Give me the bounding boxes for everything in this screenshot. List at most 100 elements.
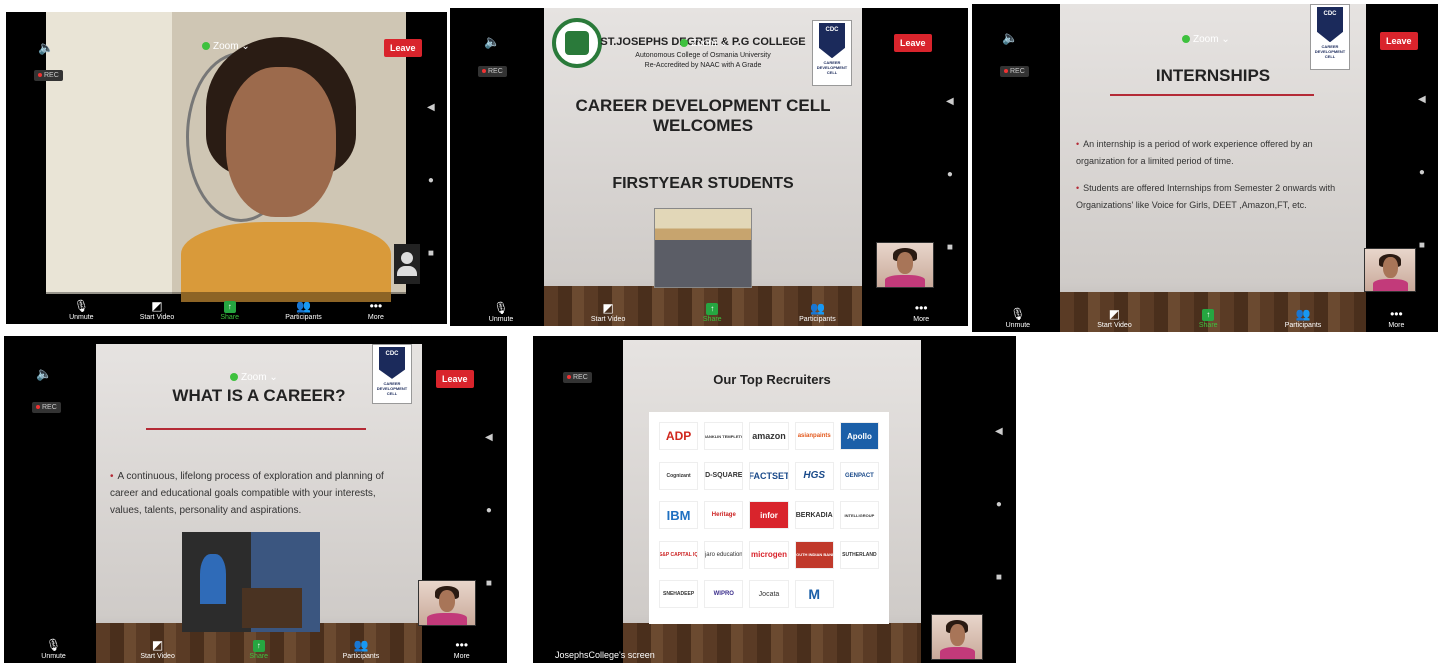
logo-jocata: Jocata bbox=[749, 580, 789, 609]
more-button[interactable]: ••• More bbox=[454, 638, 470, 660]
logo-adp: ADP bbox=[659, 422, 699, 450]
speaker-icon[interactable]: 🔈 bbox=[36, 366, 52, 382]
more-icon: ••• bbox=[455, 638, 469, 652]
speaker-icon[interactable]: 🔈 bbox=[38, 40, 54, 56]
title-rule bbox=[1110, 94, 1314, 96]
more-button[interactable]: ••• More bbox=[1388, 307, 1404, 329]
zoom-title[interactable]: Zoom ⌄ bbox=[230, 372, 278, 383]
start-video-button[interactable]: ◩ Start Video bbox=[140, 299, 175, 321]
square-icon[interactable]: ■ bbox=[428, 248, 434, 259]
participants-button[interactable]: 👥 Participants bbox=[343, 638, 380, 660]
unmute-button[interactable]: 🎙 Unmute bbox=[489, 301, 514, 323]
back-icon[interactable]: ◀ bbox=[427, 102, 435, 113]
welcome-line2: WELCOMES bbox=[652, 116, 754, 135]
mic-muted-icon: 🎙 bbox=[73, 299, 89, 313]
start-video-button[interactable]: ◩ Start Video bbox=[591, 301, 626, 323]
rec-indicator: REC bbox=[32, 402, 61, 413]
unmute-button[interactable]: 🎙 Unmute bbox=[1006, 307, 1031, 329]
logo-spcapitaliq: S&P CAPITAL IQ bbox=[659, 540, 699, 569]
participants-button[interactable]: 👥 Participants bbox=[285, 299, 322, 321]
mic-muted-icon: 🎙 bbox=[1010, 307, 1026, 321]
side-nav: ◀ ● ■ bbox=[485, 432, 493, 589]
participants-button[interactable]: 👥 Participants bbox=[799, 301, 836, 323]
back-icon[interactable]: ◀ bbox=[946, 96, 954, 107]
students-line: FIRSTYEAR STUDENTS bbox=[612, 175, 794, 192]
side-nav: ◀ ● ■ bbox=[1418, 94, 1426, 251]
speaker-body bbox=[181, 222, 391, 302]
zoom-title[interactable]: Zoom ⌄ bbox=[680, 38, 728, 49]
recruiter-logos: ADP FRANKLIN TEMPLETON amazon asianpaint… bbox=[649, 412, 889, 624]
participants-button[interactable]: 👥 Participants bbox=[1285, 307, 1322, 329]
square-icon[interactable]: ■ bbox=[996, 572, 1002, 583]
cdc-logo: CDC CAREER DEVELOPMENT CELL bbox=[372, 344, 412, 404]
back-icon[interactable]: ◀ bbox=[485, 432, 493, 443]
more-button[interactable]: ••• More bbox=[913, 301, 929, 323]
slide-title: Our Top Recruiters bbox=[713, 372, 831, 387]
logo-snehadeep: SNEHADEEP bbox=[659, 580, 699, 609]
zoom-title[interactable]: Zoom ⌄ bbox=[202, 41, 250, 52]
zoom-shot-2: ST.JOSEPHS DEGREE & P.G COLLEGE Autonomo… bbox=[450, 8, 968, 326]
rec-indicator: REC bbox=[34, 70, 63, 81]
more-button[interactable]: ••• More bbox=[368, 299, 384, 321]
square-icon[interactable]: ■ bbox=[1419, 240, 1425, 251]
toolbar: 🎙 Unmute ◩ Start Video ↑ Share 👥 Participant… bbox=[450, 294, 968, 326]
home-icon[interactable]: ● bbox=[428, 175, 434, 186]
back-icon[interactable]: ◀ bbox=[995, 426, 1003, 437]
video-off-icon: ◩ bbox=[151, 638, 164, 652]
self-view-thumbnail bbox=[418, 580, 476, 626]
logo-empty bbox=[840, 580, 879, 608]
zoom-title[interactable]: Zoom ⌄ bbox=[1182, 34, 1230, 45]
leave-button[interactable]: Leave bbox=[1380, 32, 1418, 50]
logo-apollo: Apollo bbox=[839, 422, 879, 450]
logo-heritage: Heritage bbox=[704, 501, 744, 530]
unmute-button[interactable]: 🎙 Unmute bbox=[41, 638, 66, 660]
zoom-shot-5: Our Top Recruiters ADP FRANKLIN TEMPLETO… bbox=[533, 336, 1016, 663]
video-off-icon: ◩ bbox=[602, 301, 614, 315]
share-button[interactable]: ↑ Share bbox=[220, 301, 239, 321]
video-feed bbox=[46, 12, 406, 302]
title-rule bbox=[146, 428, 366, 430]
home-icon[interactable]: ● bbox=[996, 499, 1002, 510]
speaker-photo bbox=[182, 532, 320, 632]
zoom-shot-1: 🔈 REC Zoom ⌄ Leave ◀ ● ■ 🎙 Unmute ◩ Start Vi… bbox=[6, 12, 447, 324]
speaker-face bbox=[226, 67, 336, 217]
more-icon: ••• bbox=[914, 301, 928, 315]
logo-berkadia: BERKADIA bbox=[794, 501, 834, 530]
speaker-icon[interactable]: 🔈 bbox=[484, 34, 500, 50]
start-video-button[interactable]: ◩ Start Video bbox=[140, 638, 175, 660]
share-button[interactable]: ↑ Share bbox=[1199, 309, 1218, 329]
unmute-button[interactable]: 🎙 Unmute bbox=[69, 299, 94, 321]
back-icon[interactable]: ◀ bbox=[1418, 94, 1426, 105]
share-button[interactable]: ↑ Share bbox=[703, 303, 722, 323]
rec-indicator: REC bbox=[563, 372, 592, 383]
share-icon: ↑ bbox=[1202, 309, 1215, 321]
home-icon[interactable]: ● bbox=[947, 169, 953, 180]
self-view-thumbnail bbox=[876, 242, 934, 288]
logo-asianpaints: asianpaints bbox=[794, 422, 834, 450]
logo-southindianbank: SOUTH INDIAN BANK bbox=[794, 540, 834, 569]
home-icon[interactable]: ● bbox=[1419, 167, 1425, 178]
screen-share-label: JosephsCollege's screen bbox=[555, 650, 655, 660]
square-icon[interactable]: ■ bbox=[486, 578, 492, 589]
college-sub2: Re-Accredited by NAAC with A Grade bbox=[644, 62, 762, 69]
logo-genpact: GENPACT bbox=[839, 461, 879, 490]
square-icon[interactable]: ■ bbox=[947, 242, 953, 253]
wood-floor bbox=[623, 623, 921, 663]
logo-cognizant: Cognizant bbox=[659, 461, 699, 490]
share-button[interactable]: ↑ Share bbox=[249, 640, 268, 660]
group-photo bbox=[654, 208, 752, 288]
logo-wipro: WIPRO bbox=[704, 580, 744, 609]
rec-indicator: REC bbox=[1000, 66, 1029, 77]
college-logo bbox=[552, 18, 602, 68]
speaker-icon[interactable]: 🔈 bbox=[1002, 30, 1018, 46]
start-video-button[interactable]: ◩ Start Video bbox=[1097, 307, 1132, 329]
leave-button[interactable]: Leave bbox=[384, 39, 422, 57]
leave-button[interactable]: Leave bbox=[894, 34, 932, 52]
rec-indicator: REC bbox=[478, 66, 507, 77]
leave-button[interactable]: Leave bbox=[436, 370, 474, 388]
participants-icon: 👥 bbox=[296, 299, 311, 313]
logo-hgs: HGS bbox=[794, 461, 834, 490]
side-nav: ◀ ● ■ bbox=[427, 102, 435, 259]
home-icon[interactable]: ● bbox=[486, 505, 492, 516]
share-icon: ↑ bbox=[252, 640, 265, 652]
